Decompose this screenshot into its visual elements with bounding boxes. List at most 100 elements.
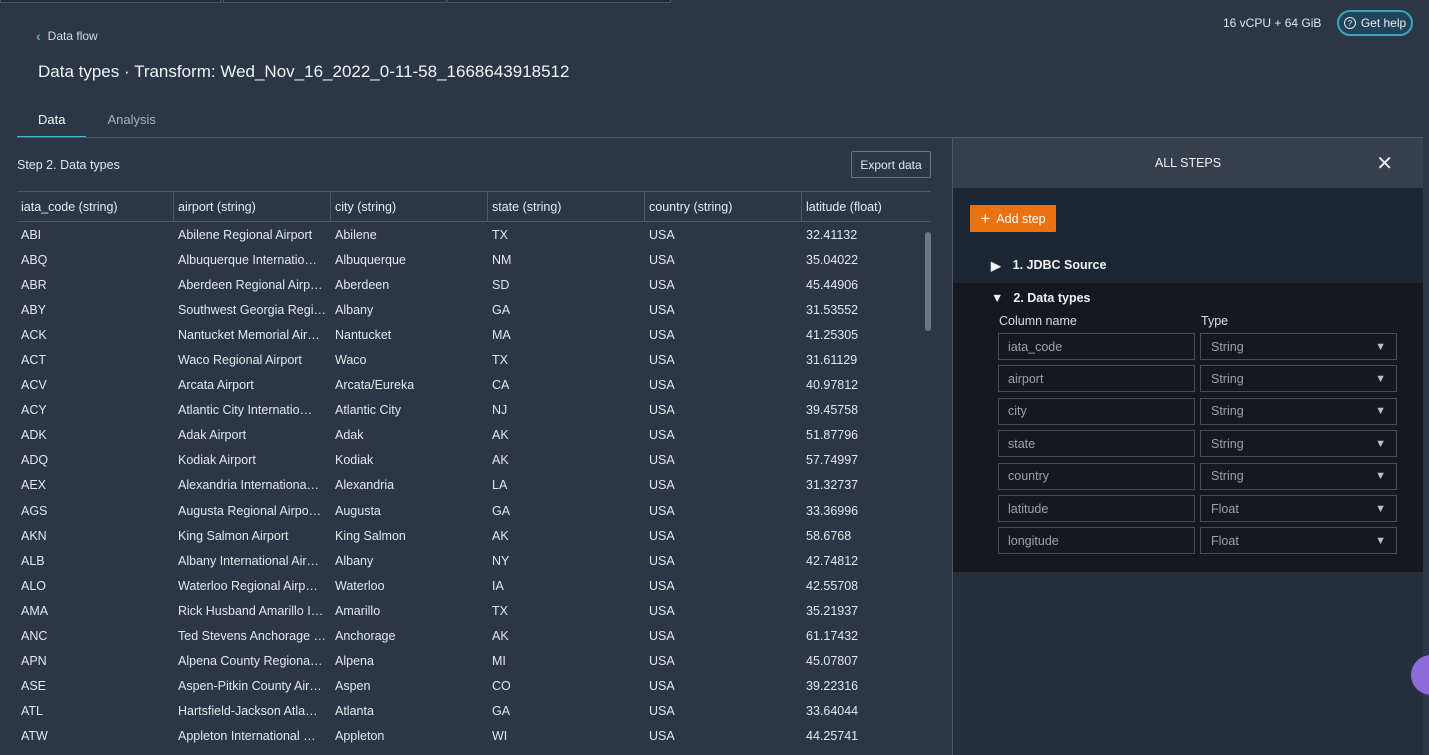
- table-cell: 45.44906: [806, 277, 859, 292]
- table-cell: USA: [649, 353, 675, 368]
- type-select[interactable]: String ▼: [1200, 462, 1397, 490]
- table-cell: USA: [649, 378, 675, 393]
- table-cell: Waterloo: [335, 578, 385, 593]
- table-cell: AEX: [21, 478, 47, 493]
- table-cell: ALO: [21, 578, 47, 593]
- table-cell: MI: [492, 654, 506, 669]
- tabs: Data Analysis: [17, 104, 177, 138]
- column-header[interactable]: iata_code (string): [17, 192, 174, 221]
- tab-analysis[interactable]: Analysis: [86, 104, 176, 138]
- table-row: ATW Appleton International … Appleton WI USA…: [17, 724, 931, 749]
- table-cell: Waco Regional Airport: [178, 353, 302, 368]
- back-link-data-flow[interactable]: ‹ Data flow: [36, 28, 98, 44]
- column-name-header: Column name: [999, 314, 1077, 328]
- column-name-input[interactable]: [998, 397, 1195, 425]
- type-value: String: [1211, 404, 1244, 419]
- column-name-input[interactable]: [998, 333, 1195, 360]
- column-type-row: Float ▼: [998, 495, 1397, 522]
- table-cell: 44.25741: [806, 729, 859, 744]
- table-cell: AKN: [21, 528, 47, 543]
- table-cell: Rick Husband Amarillo I…: [178, 603, 324, 618]
- column-name-input[interactable]: [998, 527, 1195, 555]
- table-cell: NY: [492, 553, 510, 568]
- table-cell: USA: [649, 578, 675, 593]
- table-cell: 31.53552: [806, 302, 859, 317]
- table-cell: USA: [649, 327, 675, 342]
- table-row: AMA Rick Husband Amarillo I… Amarillo TX USA…: [17, 598, 931, 623]
- step-jdbc-source[interactable]: ▶ 1. JDBC Source: [991, 258, 1106, 273]
- plus-icon: +: [980, 209, 991, 228]
- table-cell: ACT: [21, 353, 46, 368]
- type-select[interactable]: String ▼: [1200, 365, 1397, 393]
- table-body: ABI Abilene Regional Airport Abilene TX USA 3…: [17, 222, 931, 749]
- table-cell: AK: [492, 629, 509, 644]
- type-select[interactable]: String ▼: [1200, 397, 1397, 425]
- table-cell: USA: [649, 478, 675, 493]
- column-name-input[interactable]: [998, 365, 1195, 393]
- step-data-types-toggle[interactable]: ▼ 2. Data types: [991, 291, 1091, 305]
- top-tab-strip: [223, 0, 446, 3]
- table-row: ALB Albany International Air… Albany NY USA 4…: [17, 548, 931, 573]
- get-help-button[interactable]: ? Get help: [1337, 10, 1413, 36]
- add-step-button[interactable]: + Add step: [970, 205, 1056, 232]
- table-cell: Adak Airport: [178, 428, 247, 443]
- table-cell: Waterloo Regional Airp…: [178, 578, 318, 593]
- table-cell: AMA: [21, 603, 49, 618]
- type-value: Float: [1211, 501, 1239, 516]
- type-select[interactable]: String ▼: [1200, 430, 1397, 458]
- dropdown-arrow-icon: ▼: [1375, 534, 1386, 547]
- column-header[interactable]: state (string): [488, 192, 645, 221]
- table-cell: ABQ: [21, 252, 48, 267]
- table-cell: 35.21937: [806, 603, 859, 618]
- table-cell: USA: [649, 629, 675, 644]
- table-row: AEX Alexandria Internationa… Alexandria LA U…: [17, 473, 931, 498]
- table-row: APN Alpena County Regiona… Alpena MI USA 45.0…: [17, 649, 931, 674]
- export-data-button[interactable]: Export data: [851, 151, 931, 178]
- table-cell: Albany: [335, 302, 374, 317]
- type-select[interactable]: String ▼: [1200, 333, 1397, 360]
- column-type-row: String ▼: [998, 397, 1397, 425]
- table-cell: ABI: [21, 227, 42, 242]
- type-select[interactable]: Float ▼: [1200, 495, 1397, 522]
- table-cell: Atlanta: [335, 704, 374, 719]
- table-cell: USA: [649, 553, 675, 568]
- column-name-input[interactable]: [998, 495, 1195, 522]
- column-name-input[interactable]: [998, 462, 1195, 490]
- tab-data[interactable]: Data: [17, 104, 87, 138]
- table-scrollbar[interactable]: [925, 232, 931, 331]
- table-row: AKN King Salmon Airport King Salmon AK USA 58…: [17, 523, 931, 548]
- table-cell: 51.87796: [806, 428, 859, 443]
- table-cell: SD: [492, 277, 510, 292]
- column-header[interactable]: airport (string): [174, 192, 331, 221]
- table-cell: USA: [649, 729, 675, 744]
- data-table: iata_code (string) airport (string) city (…: [17, 191, 931, 749]
- table-cell: Atlantic City Internatio…: [178, 403, 313, 418]
- table-row: ADQ Kodiak Airport Kodiak AK USA 57.74997: [17, 448, 931, 473]
- column-type-row: String ▼: [998, 333, 1397, 360]
- type-value: String: [1211, 469, 1244, 484]
- table-cell: AK: [492, 453, 509, 468]
- table-cell: Appleton: [335, 729, 385, 744]
- table-cell: AK: [492, 428, 509, 443]
- panel-header: ALL STEPS ✕: [953, 138, 1423, 188]
- table-cell: USA: [649, 302, 675, 317]
- close-icon[interactable]: ✕: [1376, 151, 1393, 176]
- table-cell: 31.61129: [806, 353, 858, 368]
- step-label: 2. Data types: [1013, 291, 1091, 305]
- table-row: ANC Ted Stevens Anchorage … Anchorage AK USA…: [17, 624, 931, 649]
- column-header[interactable]: city (string): [331, 192, 488, 221]
- table-cell: USA: [649, 277, 675, 292]
- table-cell: King Salmon: [335, 528, 406, 543]
- table-cell: IA: [492, 578, 504, 593]
- type-select[interactable]: Float ▼: [1200, 527, 1397, 555]
- column-header[interactable]: latitude (float): [802, 192, 931, 221]
- column-name-input[interactable]: [998, 430, 1195, 458]
- table-row: ATL Hartsfield-Jackson Atla… Atlanta GA USA 3…: [17, 699, 931, 724]
- table-cell: Albuquerque Internatio…: [178, 252, 317, 267]
- column-header[interactable]: country (string): [645, 192, 802, 221]
- dropdown-arrow-icon: ▼: [1375, 470, 1386, 483]
- table-cell: Alexandria Internationa…: [178, 478, 320, 493]
- table-cell: Alpena County Regiona…: [178, 654, 323, 669]
- table-cell: Alexandria: [335, 478, 395, 493]
- table-cell: Aberdeen Regional Airp…: [178, 277, 323, 292]
